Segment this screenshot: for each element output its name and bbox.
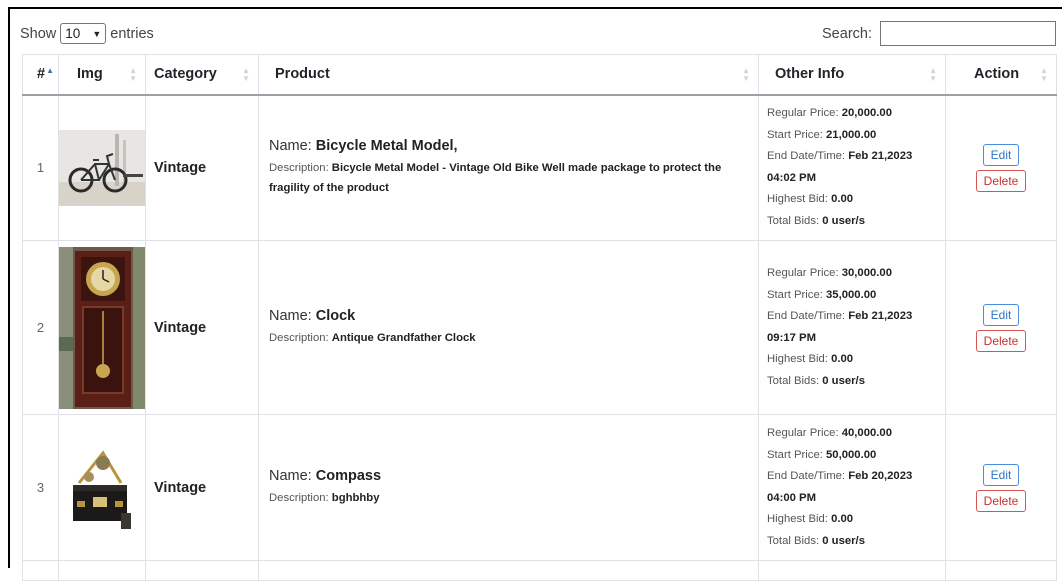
product-description-line: Description: Bicycle Metal Model - Vinta… bbox=[269, 161, 722, 194]
show-label: Show bbox=[20, 25, 57, 42]
start-price-line: Start Price: 50,000.00 bbox=[767, 448, 877, 461]
entries-select[interactable]: 10 ▼ bbox=[60, 23, 107, 44]
column-header-product[interactable]: Product ▲ ▼ bbox=[258, 54, 759, 96]
product-description: bghbhby bbox=[331, 491, 380, 504]
row-image-cell bbox=[58, 240, 146, 415]
table-header-row: # ▲ Img ▲ ▼ Category ▲ ▼ Product ▲ ▼ Other … bbox=[22, 54, 1057, 96]
row-other-info: Regular Price: 30,000.00 Start Price: 35… bbox=[758, 240, 946, 415]
table-row: 2 Vintage Name: Clock Description: Antiq… bbox=[22, 240, 1057, 415]
start-price-line: Start Price: 21,000.00 bbox=[767, 128, 877, 141]
table-row: 3 Vintage Name: Compass Description: bgh… bbox=[22, 414, 1057, 561]
regular-price-line: Regular Price: 20,000.00 bbox=[767, 107, 892, 120]
row-category: Vintage bbox=[145, 414, 259, 561]
column-header-index[interactable]: # ▲ bbox=[22, 54, 59, 96]
product-description: Bicycle Metal Model - Vintage Old Bike W… bbox=[269, 161, 722, 194]
row-product: Name: Compass Description: bghbhby bbox=[258, 414, 759, 561]
sort-icon: ▲ ▼ bbox=[242, 66, 250, 83]
search-input[interactable] bbox=[880, 21, 1056, 46]
sort-icon: ▲ ▼ bbox=[742, 66, 750, 83]
regular-price-line: Regular Price: 40,000.00 bbox=[767, 427, 892, 439]
product-name-line: Name: Clock bbox=[269, 307, 356, 324]
sort-icon: ▲ ▼ bbox=[929, 66, 937, 83]
compass-image bbox=[59, 442, 145, 533]
product-name-line: Name: Bicycle Metal Model, bbox=[269, 137, 458, 154]
product-name: Compass bbox=[315, 467, 382, 484]
search-control: Search: bbox=[822, 21, 1056, 46]
column-header-img[interactable]: Img ▲ ▼ bbox=[58, 54, 146, 96]
row-product: Name: Bicycle Metal Model, Description: … bbox=[258, 94, 759, 241]
product-description-line: Description: Antique Grandfather Clock bbox=[269, 331, 476, 344]
grandfather-clock-image bbox=[59, 246, 145, 409]
product-name-line: Name: Compass bbox=[269, 467, 382, 484]
column-header-other-info[interactable]: Other Info ▲ ▼ bbox=[758, 54, 946, 96]
end-datetime-line: End Date/Time: Feb 20,2023 bbox=[767, 470, 913, 482]
auction-items-table: # ▲ Img ▲ ▼ Category ▲ ▼ Product ▲ ▼ Other … bbox=[22, 54, 1057, 581]
end-datetime-line: End Date/Time: Feb 21,2023 bbox=[767, 310, 913, 322]
row-actions: Edit Delete bbox=[945, 94, 1057, 241]
window-top-border bbox=[8, 7, 1062, 9]
row-other-info: Regular Price: 20,000.00 Start Price: 21… bbox=[758, 94, 946, 241]
row-other-info: Regular Price: 40,000.00 Start Price: 50… bbox=[758, 414, 946, 561]
product-name: Clock bbox=[315, 307, 356, 324]
total-bids-line: Total Bids: 0 user/s bbox=[767, 374, 865, 387]
delete-button[interactable]: Delete bbox=[975, 169, 1027, 192]
row-image-cell bbox=[58, 94, 146, 241]
sort-icon: ▲ ▼ bbox=[129, 66, 137, 83]
entries-select-value: 10 bbox=[65, 26, 81, 41]
highest-bid-line: Highest Bid: 0.00 bbox=[767, 513, 854, 525]
edit-button[interactable]: Edit bbox=[982, 463, 1020, 486]
edit-button[interactable]: Edit bbox=[982, 303, 1020, 326]
delete-button[interactable]: Delete bbox=[975, 329, 1027, 352]
column-header-action[interactable]: Action ▲ ▼ bbox=[945, 54, 1057, 96]
product-name: Bicycle Metal Model, bbox=[315, 137, 458, 154]
edit-button[interactable]: Edit bbox=[982, 143, 1020, 166]
product-description: Antique Grandfather Clock bbox=[331, 331, 476, 344]
row-image-cell bbox=[58, 414, 146, 561]
table-row: 1 Vintage Name: Bicycle Metal Model, Des… bbox=[22, 94, 1057, 241]
highest-bid-line: Highest Bid: 0.00 bbox=[767, 353, 854, 365]
row-actions: Edit Delete bbox=[945, 240, 1057, 415]
product-description-line: Description: bghbhby bbox=[269, 491, 380, 504]
column-header-category[interactable]: Category ▲ ▼ bbox=[145, 54, 259, 96]
end-time-line: 09:17 PM bbox=[767, 331, 816, 344]
row-actions: Edit Delete bbox=[945, 414, 1057, 561]
row-index: 2 bbox=[22, 240, 59, 415]
end-datetime-line: End Date/Time: Feb 21,2023 bbox=[767, 150, 913, 163]
entries-length-control: Show 10 ▼ entries bbox=[20, 23, 154, 44]
end-time-line: 04:00 PM bbox=[767, 491, 816, 504]
highest-bid-line: Highest Bid: 0.00 bbox=[767, 193, 854, 206]
table-controls: Show 10 ▼ entries Search: bbox=[20, 20, 1056, 48]
sort-ascending-icon: ▲ bbox=[46, 66, 54, 75]
bicycle-image bbox=[59, 129, 145, 206]
row-product: Name: Clock Description: Antique Grandfa… bbox=[258, 240, 759, 415]
row-category: Vintage bbox=[145, 94, 259, 241]
end-time-line: 04:02 PM bbox=[767, 171, 816, 184]
total-bids-line: Total Bids: 0 user/s bbox=[767, 534, 865, 547]
sort-icon: ▲ ▼ bbox=[1040, 66, 1048, 83]
chevron-down-icon: ▼ bbox=[92, 28, 102, 39]
search-label: Search: bbox=[822, 25, 872, 42]
row-index: 1 bbox=[22, 94, 59, 241]
entries-label: entries bbox=[110, 25, 154, 42]
delete-button[interactable]: Delete bbox=[975, 489, 1027, 512]
start-price-line: Start Price: 35,000.00 bbox=[767, 288, 877, 301]
regular-price-line: Regular Price: 30,000.00 bbox=[767, 267, 892, 279]
total-bids-line: Total Bids: 0 user/s bbox=[767, 214, 865, 227]
row-index: 3 bbox=[22, 414, 59, 561]
window-left-border bbox=[8, 7, 10, 568]
row-category: Vintage bbox=[145, 240, 259, 415]
table-row bbox=[22, 560, 1057, 581]
